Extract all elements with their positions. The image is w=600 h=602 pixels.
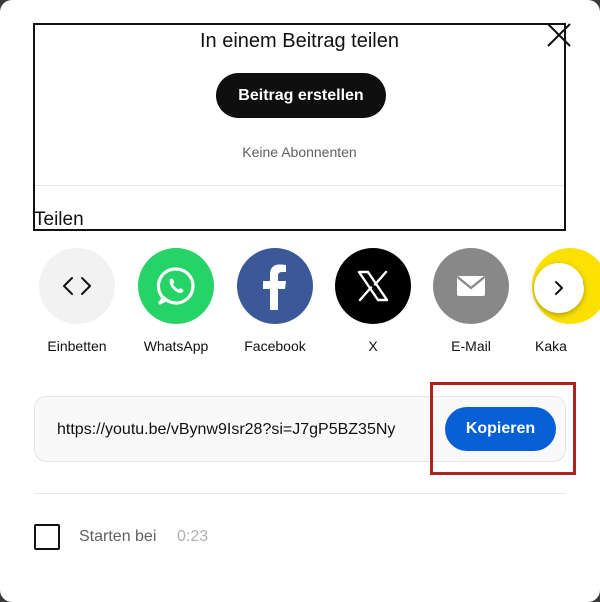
share-item-label: Kaka [535, 338, 567, 354]
share-item-label: Einbetten [47, 338, 107, 354]
post-share-section: In einem Beitrag teilen Beitrag erstelle… [33, 23, 566, 231]
chevron-right-icon [555, 281, 563, 295]
link-divider [34, 493, 566, 494]
embed-icon [63, 277, 91, 295]
start-at-label: Starten bei [79, 528, 157, 545]
section-divider [35, 185, 564, 186]
email-circle [433, 248, 509, 324]
share-targets-row: Einbetten WhatsApp Facebook X E-Mail Kak… [0, 248, 600, 368]
x-circle [335, 248, 411, 324]
no-subscribers-text: Keine Abonnenten [242, 144, 357, 160]
share-item-label: Facebook [244, 338, 306, 354]
share-dialog: In einem Beitrag teilen Beitrag erstelle… [0, 0, 600, 602]
share-item-email[interactable]: E-Mail [426, 248, 516, 354]
share-item-x[interactable]: X [328, 248, 418, 354]
share-item-label: E-Mail [451, 338, 491, 354]
share-item-label: WhatsApp [143, 338, 209, 354]
copy-button[interactable]: Kopieren [445, 407, 556, 451]
start-at-time[interactable]: 0:23 [177, 528, 208, 546]
share-item-embed[interactable]: Einbetten [32, 248, 122, 354]
post-share-title: In einem Beitrag teilen [199, 30, 399, 52]
share-item-facebook[interactable]: Facebook [230, 248, 320, 354]
share-link-text[interactable]: https://youtu.be/vBynw9Isr28?si=J7gP5BZ3… [57, 421, 432, 439]
facebook-circle [237, 248, 313, 324]
share-item-whatsapp[interactable]: WhatsApp [131, 248, 221, 354]
share-heading: Teilen [34, 209, 84, 230]
embed-circle [39, 248, 115, 324]
next-share-button[interactable] [534, 263, 584, 313]
start-at-checkbox[interactable] [34, 524, 60, 550]
create-post-button[interactable]: Beitrag erstellen [216, 73, 386, 118]
x-icon [357, 270, 389, 302]
share-item-label: X [368, 338, 378, 354]
facebook-icon [263, 264, 286, 310]
email-icon [456, 276, 486, 296]
whatsapp-circle [138, 248, 214, 324]
whatsapp-icon [156, 267, 195, 305]
